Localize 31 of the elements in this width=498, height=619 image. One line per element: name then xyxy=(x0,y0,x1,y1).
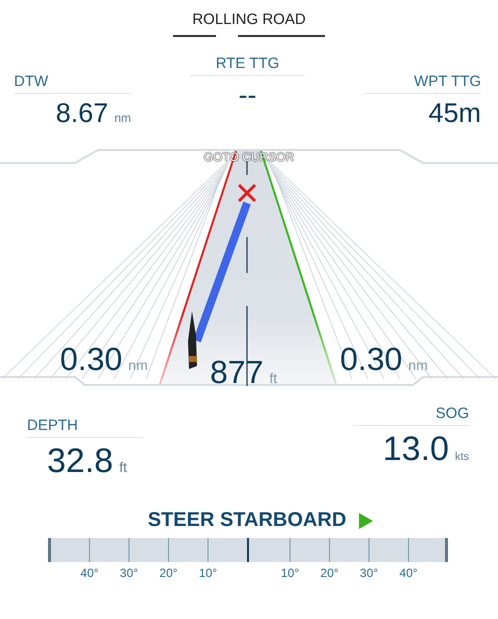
steer-instruction: STEER STARBOARD xyxy=(148,509,346,532)
unit-label: ft xyxy=(119,459,127,475)
field-label: DEPTH xyxy=(27,417,143,438)
angle-label: 20° xyxy=(320,566,339,580)
route-title: ROLLING ROAD xyxy=(192,11,306,28)
field-value: 32.8 xyxy=(47,442,114,481)
unit-label: nm xyxy=(114,111,131,125)
field-value: 13.0 xyxy=(382,430,449,469)
direction-arrow-icon xyxy=(358,512,374,530)
field-label: WPT TTG xyxy=(364,73,481,94)
field-value: 45m xyxy=(428,98,481,129)
angle-label: 20° xyxy=(159,566,178,580)
xte-value: 0.30 xyxy=(340,341,402,378)
field-label: DTW xyxy=(14,73,131,94)
unit-label: nm xyxy=(128,357,148,373)
angle-label: 30° xyxy=(120,566,138,580)
unit-label: ft xyxy=(269,370,278,386)
field-value: 8.67 xyxy=(56,98,108,129)
angle-label: 40° xyxy=(399,566,418,580)
boat-icon xyxy=(188,311,197,369)
unit-label: kts xyxy=(454,451,469,463)
field-label: RTE TTG xyxy=(190,55,305,76)
angle-label: 10° xyxy=(280,566,300,580)
angle-label: 40° xyxy=(80,566,99,580)
angle-label: 30° xyxy=(360,566,378,580)
angle-label: 10° xyxy=(198,566,218,580)
unit-label: nm xyxy=(408,357,428,373)
field-label: SOG xyxy=(353,405,469,426)
xte-value: 0.30 xyxy=(60,341,122,378)
field-value: -- xyxy=(238,80,256,111)
waypoint-icon xyxy=(238,184,256,202)
